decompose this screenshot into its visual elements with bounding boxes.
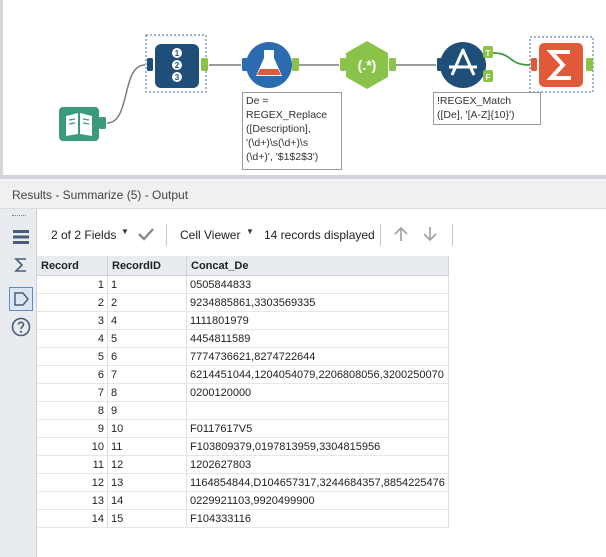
recordid-cell[interactable]: 11 [107, 437, 187, 456]
table-row[interactable]: 14 15 F104333116 [37, 509, 449, 528]
formula-tool[interactable] [242, 42, 299, 88]
record-id-tool[interactable]: 1 2 3 [147, 44, 208, 88]
output-shape-icon[interactable] [9, 287, 33, 311]
summarize-tool[interactable] [531, 43, 593, 87]
table-row[interactable]: 13 14 0229921103,9920499900 [37, 491, 449, 510]
concat-de-cell[interactable]: 1202627803 [186, 455, 449, 474]
toolbar-separator [452, 224, 453, 246]
record-cell[interactable]: 8 [37, 401, 108, 420]
record-cell[interactable]: 4 [37, 329, 108, 348]
recordid-cell[interactable]: 12 [107, 455, 187, 474]
arrow-up-icon[interactable] [393, 226, 409, 242]
concat-de-cell[interactable]: 4454811589 [186, 329, 449, 348]
results-toolbar: 2 of 2 Fields ▼ Cell Viewer ▼ 14 records… [37, 218, 606, 250]
column-header-record[interactable]: Record [37, 256, 108, 276]
concat-de-cell[interactable]: 6214451044,1204054079,2206808056,3200250… [186, 365, 449, 384]
table-row[interactable]: 6 7 6214451044,1204054079,2206808056,32002… [37, 365, 449, 384]
concat-de-cell[interactable]: 1111801979 [186, 311, 449, 330]
record-cell[interactable]: 2 [37, 293, 108, 312]
grip-handle[interactable] [12, 215, 26, 216]
record-cell[interactable]: 13 [37, 491, 108, 510]
arrow-down-icon[interactable] [422, 226, 438, 242]
recordid-cell[interactable]: 4 [107, 311, 187, 330]
recordid-cell[interactable]: 14 [107, 491, 187, 510]
concat-de-cell[interactable]: 0229921103,9920499900 [186, 491, 449, 510]
concat-de-cell[interactable]: F103809379,0197813959,3304815956 [186, 437, 449, 456]
table-row[interactable]: 12 13 1164854844,D104657317,3244684357,885… [37, 473, 449, 492]
table-row[interactable]: 9 10 F0117617V5 [37, 419, 449, 438]
recordid-cell[interactable]: 1 [107, 275, 187, 294]
cell-viewer-dropdown-icon[interactable]: ▼ [246, 227, 254, 236]
concat-de-cell[interactable]: 7774736621,8274722644 [186, 347, 449, 366]
results-side-rail [0, 209, 37, 557]
record-cell[interactable]: 10 [37, 437, 108, 456]
record-cell[interactable]: 5 [37, 347, 108, 366]
record-cell[interactable]: 1 [37, 275, 108, 294]
concat-de-cell[interactable]: 9234885861,3303569335 [186, 293, 449, 312]
input-data-tool[interactable] [59, 107, 106, 141]
concat-de-cell[interactable]: 1164854844,D104657317,3244684357,8854225… [186, 473, 449, 492]
recordid-cell[interactable]: 10 [107, 419, 187, 438]
toolbar-separator [380, 224, 381, 246]
concat-de-cell[interactable]: 0200120000 [186, 383, 449, 402]
fields-dropdown-icon[interactable]: ▼ [121, 227, 129, 236]
recordid-cell[interactable]: 13 [107, 473, 187, 492]
record-cell[interactable]: 3 [37, 311, 108, 330]
results-grid: Record RecordID Concat_De 1 1 0505844833 2 2… [37, 256, 449, 528]
column-header-concat-de[interactable]: Concat_De [186, 256, 449, 276]
table-row[interactable]: 5 6 7774736621,8274722644 [37, 347, 449, 366]
record-cell[interactable]: 14 [37, 509, 108, 528]
connector-input-to-record [106, 64, 146, 124]
toolbar-separator [166, 224, 167, 246]
records-count: 14 records displayed [264, 228, 375, 242]
table-row[interactable]: 11 12 1202627803 [37, 455, 449, 474]
recordid-cell[interactable]: 8 [107, 383, 187, 402]
record-icon-digit-3: 3 [175, 73, 180, 82]
formula-annotation: De = REGEX_Replace ([Description], '(\d+… [242, 92, 342, 170]
results-grid-body: 1 1 0505844833 2 2 9234885861,3303569335 3 4 111… [37, 275, 449, 528]
recordid-cell[interactable]: 2 [107, 293, 187, 312]
workflow-canvas[interactable]: 1 2 3 (.*) T F De = REGEX_Replace ([Desc… [0, 0, 606, 175]
table-row[interactable]: 10 11 F103809379,0197813959,3304815956 [37, 437, 449, 456]
concat-de-cell[interactable]: F0117617V5 [186, 419, 449, 438]
table-row[interactable]: 7 8 0200120000 [37, 383, 449, 402]
fields-selector[interactable]: 2 of 2 Fields [51, 228, 116, 242]
recordid-cell[interactable]: 6 [107, 347, 187, 366]
table-view-icon[interactable] [9, 225, 33, 249]
filter-tool[interactable]: T F [437, 42, 493, 88]
filter-false-label: F [486, 73, 491, 82]
filter-true-label: T [486, 49, 491, 58]
cell-viewer-button[interactable]: Cell Viewer [180, 228, 240, 242]
table-row[interactable]: 2 2 9234885861,3303569335 [37, 293, 449, 312]
table-row[interactable]: 3 4 1111801979 [37, 311, 449, 330]
concat-de-cell[interactable]: 0505844833 [186, 275, 449, 294]
table-row[interactable]: 1 1 0505844833 [37, 275, 449, 294]
record-cell[interactable]: 11 [37, 455, 108, 474]
regex-tool[interactable]: (.*) [340, 41, 396, 89]
record-cell[interactable]: 9 [37, 419, 108, 438]
recordid-cell[interactable]: 5 [107, 329, 187, 348]
results-title: Results - Summarize (5) - Output [12, 188, 189, 202]
table-row[interactable]: 4 5 4454811589 [37, 329, 449, 348]
help-icon[interactable] [9, 315, 33, 339]
record-cell[interactable]: 6 [37, 365, 108, 384]
recordid-cell[interactable]: 9 [107, 401, 187, 420]
regex-icon-text: (.*) [358, 57, 377, 73]
results-title-bar: Results - Summarize (5) - Output [0, 179, 606, 209]
filter-annotation: !REGEX_Match ([De], '[A-Z]{10}') [433, 92, 541, 125]
record-icon-digit-2: 2 [175, 61, 180, 70]
concat-de-cell[interactable] [186, 401, 449, 420]
recordid-cell[interactable]: 7 [107, 365, 187, 384]
table-row[interactable]: 89 [37, 401, 449, 420]
column-header-recordid[interactable]: RecordID [107, 256, 187, 276]
metadata-sigma-icon[interactable] [9, 253, 33, 277]
concat-de-cell[interactable]: F104333116 [186, 509, 449, 528]
record-cell[interactable]: 7 [37, 383, 108, 402]
connector-filter-true-to-summarize [492, 52, 531, 66]
recordid-cell[interactable]: 15 [107, 509, 187, 528]
record-icon-digit-1: 1 [175, 49, 180, 58]
record-cell[interactable]: 12 [37, 473, 108, 492]
apply-check-icon[interactable] [137, 227, 155, 241]
